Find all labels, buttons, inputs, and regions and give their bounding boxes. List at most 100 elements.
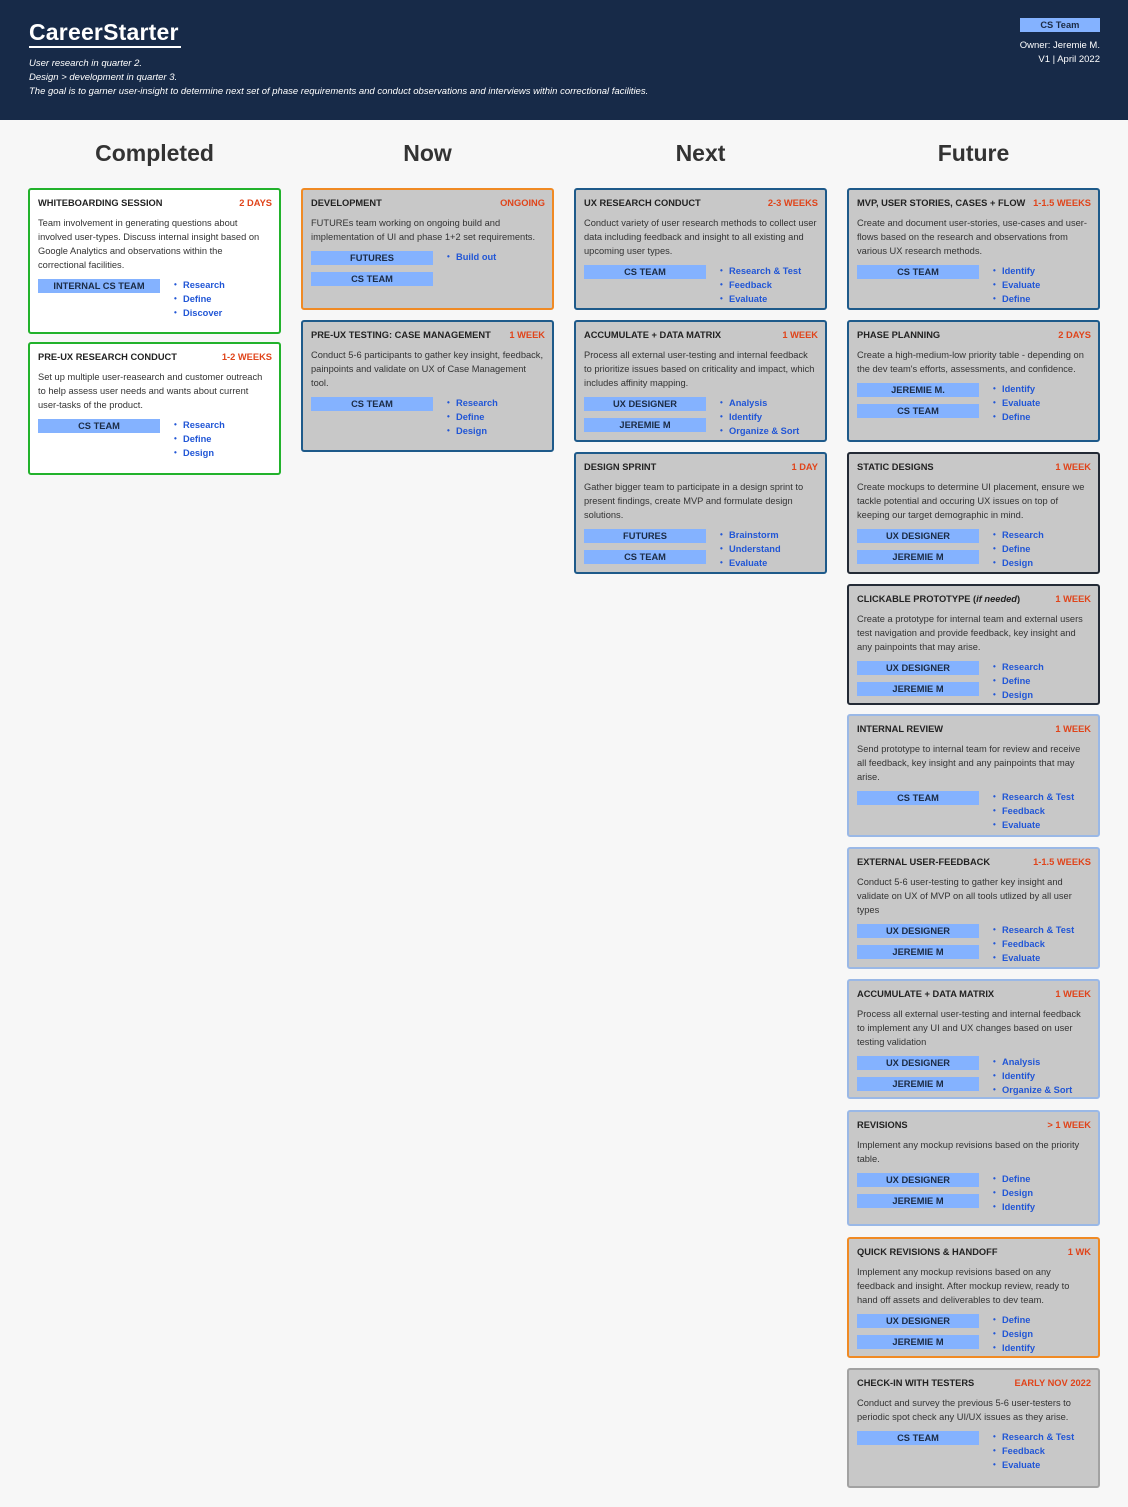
tag-item: Organize & Sort [720,424,799,438]
tag-item: Evaluate [720,292,801,306]
card-description: Conduct and survey the previous 5-6 user… [857,1398,1071,1422]
card-title: EXTERNAL USER-FEEDBACK [857,856,990,868]
card-title-text: PRE-UX TESTING: CASE MANAGEMENT [311,330,491,340]
tag-item: Define [447,410,498,424]
tag-item: Identify [993,264,1040,278]
tag-item: Feedback [993,1444,1074,1458]
card-title: STATIC DESIGNS [857,461,934,473]
roadmap-card[interactable]: QUICK REVISIONS & HANDOFF 1 WK Implement a… [847,1237,1100,1358]
card-header: DESIGN SPRINT 1 DAY [584,461,818,473]
tag-item: Evaluate [993,278,1040,292]
team-chip: CS TEAM [584,265,706,279]
card-footer: CS TEAM Research & TestFeedbackEvaluate [857,1430,1091,1472]
tag-item: Identify [993,1069,1072,1083]
card-footer: UX DESIGNER JEREMIE M DefineDesignIdentify [857,1313,1091,1356]
tag-item: Define [993,292,1040,306]
card-title-text: ACCUMULATE + DATA MATRIX [584,330,722,340]
team-list: CS TEAM [857,790,979,832]
tag-list: DefineDesignIdentify [993,1313,1035,1356]
card-title: PRE-UX TESTING: CASE MANAGEMENT [311,329,491,341]
team-list: UX DESIGNER JEREMIE M [857,923,979,966]
tag-item: Define [993,674,1044,688]
tag-item: Identify [720,410,799,424]
roadmap-card[interactable]: ACCUMULATE + DATA MATRIX 1 WEEK Process al… [574,320,827,442]
card-footer: UX DESIGNER JEREMIE M ResearchDefineDesign [857,660,1091,703]
card-header: EXTERNAL USER-FEEDBACK 1-1.5 WEEKS [857,856,1091,868]
card-header: REVISIONS > 1 WEEK [857,1119,1091,1131]
roadmap-card[interactable]: REVISIONS > 1 WEEK Implement any mockup re… [847,1110,1100,1226]
tag-item: Research [174,278,225,292]
tag-item: Define [174,292,225,306]
tag-item: Identify [993,1341,1035,1355]
team-chip: UX DESIGNER [857,1056,979,1070]
team-list: CS TEAM [857,1430,979,1472]
roadmap-card[interactable]: PRE-UX TESTING: CASE MANAGEMENT 1 WEEK Con… [301,320,554,452]
tag-item: Design [174,446,225,460]
roadmap-card[interactable]: STATIC DESIGNS 1 WEEK Create mockups to de… [847,452,1100,574]
tag-item: Define [993,542,1044,556]
card-header: INTERNAL REVIEW 1 WEEK [857,723,1091,735]
card-footer: CS TEAM ResearchDefineDesign [38,418,272,460]
roadmap-card[interactable]: INTERNAL REVIEW 1 WEEK Send prototype to i… [847,714,1100,837]
card-footer: JEREMIE M. CS TEAM IdentifyEvaluateDefine [857,382,1091,425]
card-duration: 2-3 WEEKS [767,198,818,208]
card-duration: 1 WEEK [782,330,818,340]
roadmap-card[interactable]: PRE-UX RESEARCH CONDUCT 1-2 WEEKS Set up m… [28,342,281,475]
team-chip: UX DESIGNER [857,1173,979,1187]
roadmap-card[interactable]: EXTERNAL USER-FEEDBACK 1-1.5 WEEKS Conduct… [847,847,1100,969]
roadmap-card[interactable]: DEVELOPMENT ONGOING FUTUREs team working o… [301,188,554,310]
team-chip: JEREMIE M [857,1077,979,1091]
team-list: UX DESIGNER JEREMIE M [584,396,706,439]
team-chip: CS TEAM [311,397,433,411]
card-duration: 2 DAYS [1058,330,1091,340]
tag-list: BrainstormUnderstandEvaluate [720,528,781,571]
team-list: UX DESIGNER JEREMIE M [857,1313,979,1356]
team-chip: JEREMIE M. [857,383,979,397]
roadmap-card[interactable]: DESIGN SPRINT 1 DAY Gather bigger team to … [574,452,827,574]
card-footer: CS TEAM IdentifyEvaluateDefine [857,264,1091,306]
tag-list: ResearchDefineDesign [993,660,1044,703]
team-chip: JEREMIE M [857,550,979,564]
roadmap-card[interactable]: WHITEBOARDING SESSION 2 DAYS Team involvem… [28,188,281,334]
card-description: FUTUREs team working on ongoing build an… [311,218,536,242]
team-chip: JEREMIE M [857,682,979,696]
card-description: Send prototype to internal team for revi… [857,744,1081,782]
roadmap-card[interactable]: PHASE PLANNING 2 DAYS Create a high-medium… [847,320,1100,442]
roadmap-card[interactable]: UX RESEARCH CONDUCT 2-3 WEEKS Conduct vari… [574,188,827,310]
card-footer: UX DESIGNER JEREMIE M DefineDesignIdentify [857,1172,1091,1215]
header-meta: CS Team Owner: Jeremie M. V1 | April 202… [1019,18,1100,67]
card-header: CHECK-IN WITH TESTERS EARLY NOV 2022 [857,1377,1091,1389]
card-footer: CS TEAM Research & TestFeedbackEvaluate [857,790,1091,832]
team-chip: UX DESIGNER [857,661,979,675]
tag-item: Feedback [720,278,801,292]
tag-item: Evaluate [993,818,1074,832]
card-footer: UX DESIGNER JEREMIE M Research & TestFeedb… [857,923,1091,966]
card-title: ACCUMULATE + DATA MATRIX [584,329,721,341]
roadmap-card[interactable]: MVP, USER STORIES, CASES + FLOW 1-1.5 WEE… [847,188,1100,310]
card-title: UX RESEARCH CONDUCT [584,197,701,209]
roadmap-card[interactable]: ACCUMULATE + DATA MATRIX 1 WEEK Process al… [847,979,1100,1099]
team-chip: CS TEAM [857,791,979,805]
card-duration: ONGOING [500,198,545,208]
page-header: CareerStarter User research in quarter 2… [0,0,1128,120]
tag-item: Evaluate [993,396,1040,410]
tag-item: Design [447,424,498,438]
team-chip: JEREMIE M [857,1335,979,1349]
card-description: Process all external user-testing and in… [857,1009,1081,1047]
tag-item: Identify [993,382,1040,396]
tag-list: AnalysisIdentifyOrganize & Sort [720,396,799,439]
column-title-completed: Completed [95,140,214,166]
card-duration: EARLY NOV 2022 [1014,1378,1091,1388]
roadmap-card[interactable]: CHECK-IN WITH TESTERS EARLY NOV 2022 Condu… [847,1368,1100,1488]
team-chip: UX DESIGNER [857,1314,979,1328]
team-list: UX DESIGNER JEREMIE M [857,528,979,571]
tag-item: Discover [174,306,225,320]
card-header: PRE-UX TESTING: CASE MANAGEMENT 1 WEEK [311,329,545,341]
team-chip: CS TEAM [857,265,979,279]
roadmap-card[interactable]: CLICKABLE PROTOTYPE (if needed) 1 WEEK Cre… [847,584,1100,705]
card-description: Create and document user-stories, use-ca… [857,218,1087,256]
card-title: REVISIONS [857,1119,908,1131]
card-header: PHASE PLANNING 2 DAYS [857,329,1091,341]
card-footer: UX DESIGNER JEREMIE M AnalysisIdentifyOrga… [857,1055,1091,1098]
card-title-text: DESIGN SPRINT [584,462,657,472]
